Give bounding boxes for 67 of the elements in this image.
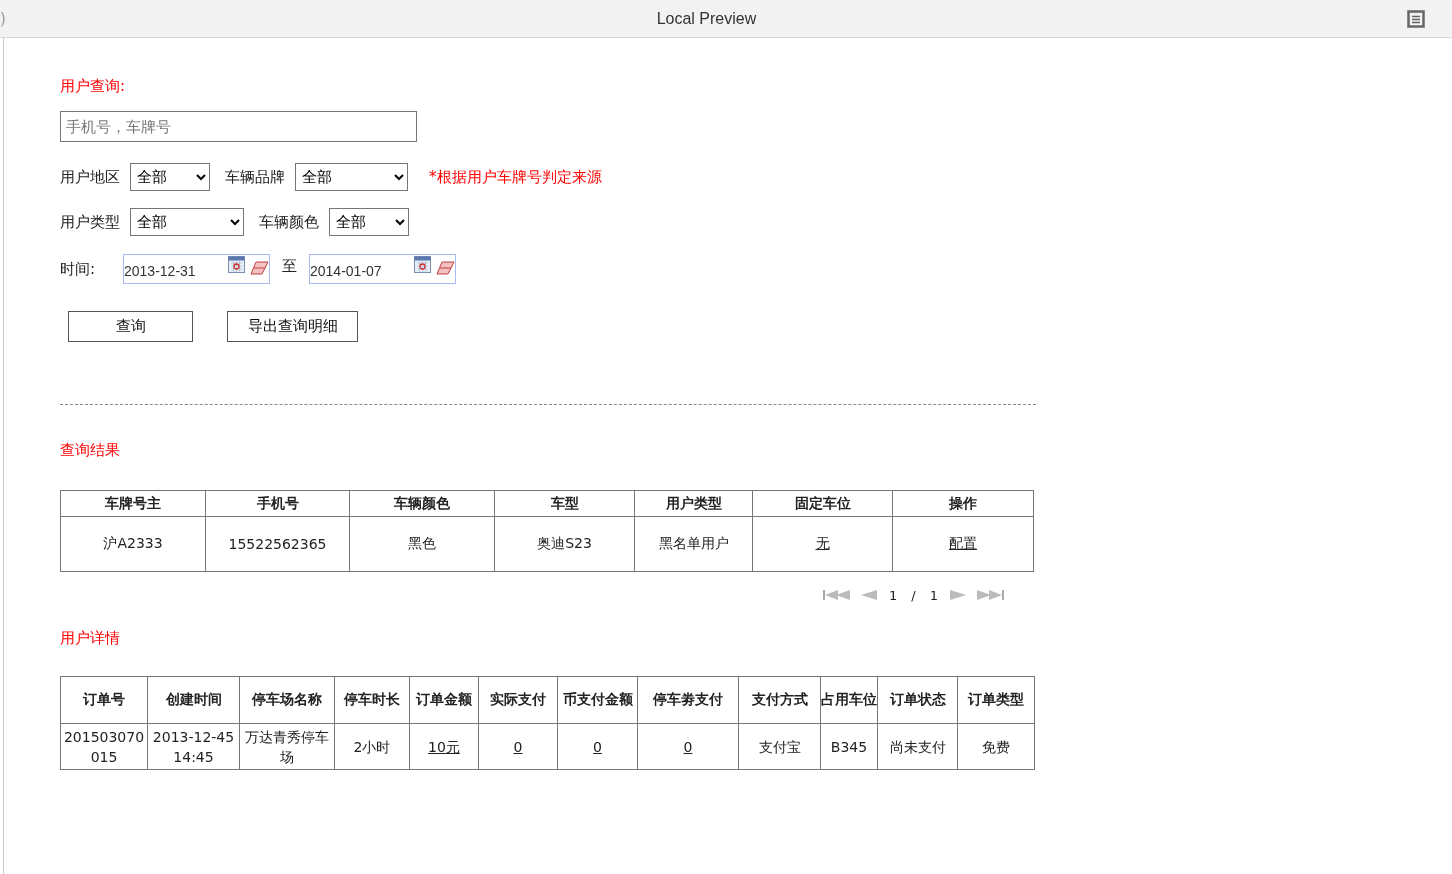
last-page-icon[interactable] — [974, 588, 1005, 602]
calendar-icon[interactable] — [228, 256, 245, 273]
first-page-icon[interactable] — [822, 588, 852, 602]
table-cell: 万达青秀停车场 — [239, 723, 335, 770]
column-header: 操作 — [892, 490, 1034, 517]
window-title: Local Preview — [656, 9, 757, 28]
eraser-icon[interactable] — [250, 260, 269, 275]
page-number: 1 — [888, 587, 899, 603]
page-separator: / — [910, 587, 917, 603]
document-icon[interactable] — [1407, 9, 1425, 28]
column-header: 固定车位 — [752, 490, 893, 517]
table-link[interactable]: 0 — [593, 738, 602, 755]
hint-text: *根据用户车牌号判定来源 — [429, 167, 602, 187]
table-cell: 2013-12-45 14:45 — [147, 723, 240, 770]
column-header: 手机号 — [205, 490, 350, 517]
column-header: 订单状态 — [877, 676, 958, 724]
table-link[interactable]: 0 — [513, 738, 523, 755]
column-header: 订单号 — [60, 676, 148, 724]
table-link[interactable]: 0 — [683, 738, 693, 755]
table-link[interactable]: 配置 — [949, 535, 977, 551]
dropdown[interactable]: 全部 — [130, 208, 244, 236]
column-header: 停车场名称 — [239, 676, 335, 724]
section-heading: 用户查询: — [60, 77, 127, 96]
dropdown[interactable]: 全部 — [130, 163, 210, 191]
filter-label: 用户类型 — [60, 212, 120, 232]
column-header: 创建时间 — [147, 676, 240, 724]
action-button[interactable]: 查询 — [68, 311, 193, 342]
time-label: 时间: — [60, 259, 97, 279]
section-heading: 用户详情 — [60, 629, 121, 648]
section-heading: 查询结果 — [60, 441, 121, 460]
table-cell: 15522562365 — [205, 516, 350, 572]
table-cell: 免费 — [957, 723, 1035, 770]
table-cell: 2小时 — [334, 723, 410, 770]
table-cell: 201503070015 — [60, 723, 148, 770]
table-cell: B345 — [820, 723, 878, 770]
column-header: 订单金额 — [409, 676, 479, 724]
edge-text: ) — [0, 9, 6, 28]
column-header: 币支付金额 — [557, 676, 638, 724]
table-link[interactable]: 10元 — [428, 738, 460, 755]
column-header: 车型 — [494, 490, 635, 517]
filter-label: 用户地区 — [60, 167, 120, 187]
column-header: 占用车位 — [820, 676, 878, 724]
table-cell: 支付宝 — [738, 723, 821, 770]
range-separator: 至 — [282, 256, 297, 276]
eraser-icon[interactable] — [436, 260, 455, 275]
filter-label: 车辆颜色 — [259, 212, 319, 232]
table-cell: 尚未支付 — [877, 723, 958, 770]
column-header: 车牌号主 — [60, 490, 206, 517]
column-header: 停车劵支付 — [637, 676, 739, 724]
filter-label: 车辆品牌 — [225, 167, 285, 187]
table-cell: 黑色 — [349, 516, 495, 572]
column-header: 用户类型 — [634, 490, 753, 517]
calendar-icon[interactable] — [414, 256, 431, 273]
search-field[interactable]: 手机号，车牌号 — [60, 111, 417, 142]
column-header: 实际支付 — [478, 676, 558, 724]
dropdown[interactable]: 全部 — [295, 163, 408, 191]
column-header: 停车时长 — [334, 676, 410, 724]
column-header: 车辆颜色 — [349, 490, 495, 517]
action-button[interactable]: 导出查询明细 — [227, 311, 358, 342]
column-header: 支付方式 — [738, 676, 821, 724]
table-cell: 黑名单用户 — [634, 516, 753, 572]
table-cell: 奥迪S23 — [494, 516, 635, 572]
column-header: 订单类型 — [957, 676, 1035, 724]
table-link[interactable]: 无 — [815, 535, 830, 551]
table-cell: 沪A2333 — [60, 516, 206, 572]
page-total: 1 — [928, 587, 939, 603]
dropdown[interactable]: 全部 — [329, 208, 409, 236]
